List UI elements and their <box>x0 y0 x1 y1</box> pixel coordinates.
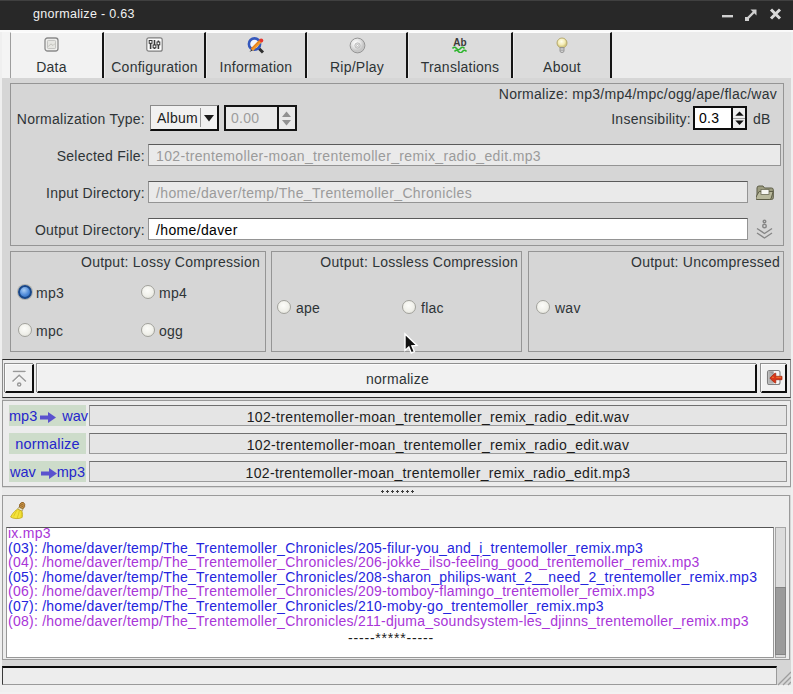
svg-text:Ab: Ab <box>453 37 466 48</box>
